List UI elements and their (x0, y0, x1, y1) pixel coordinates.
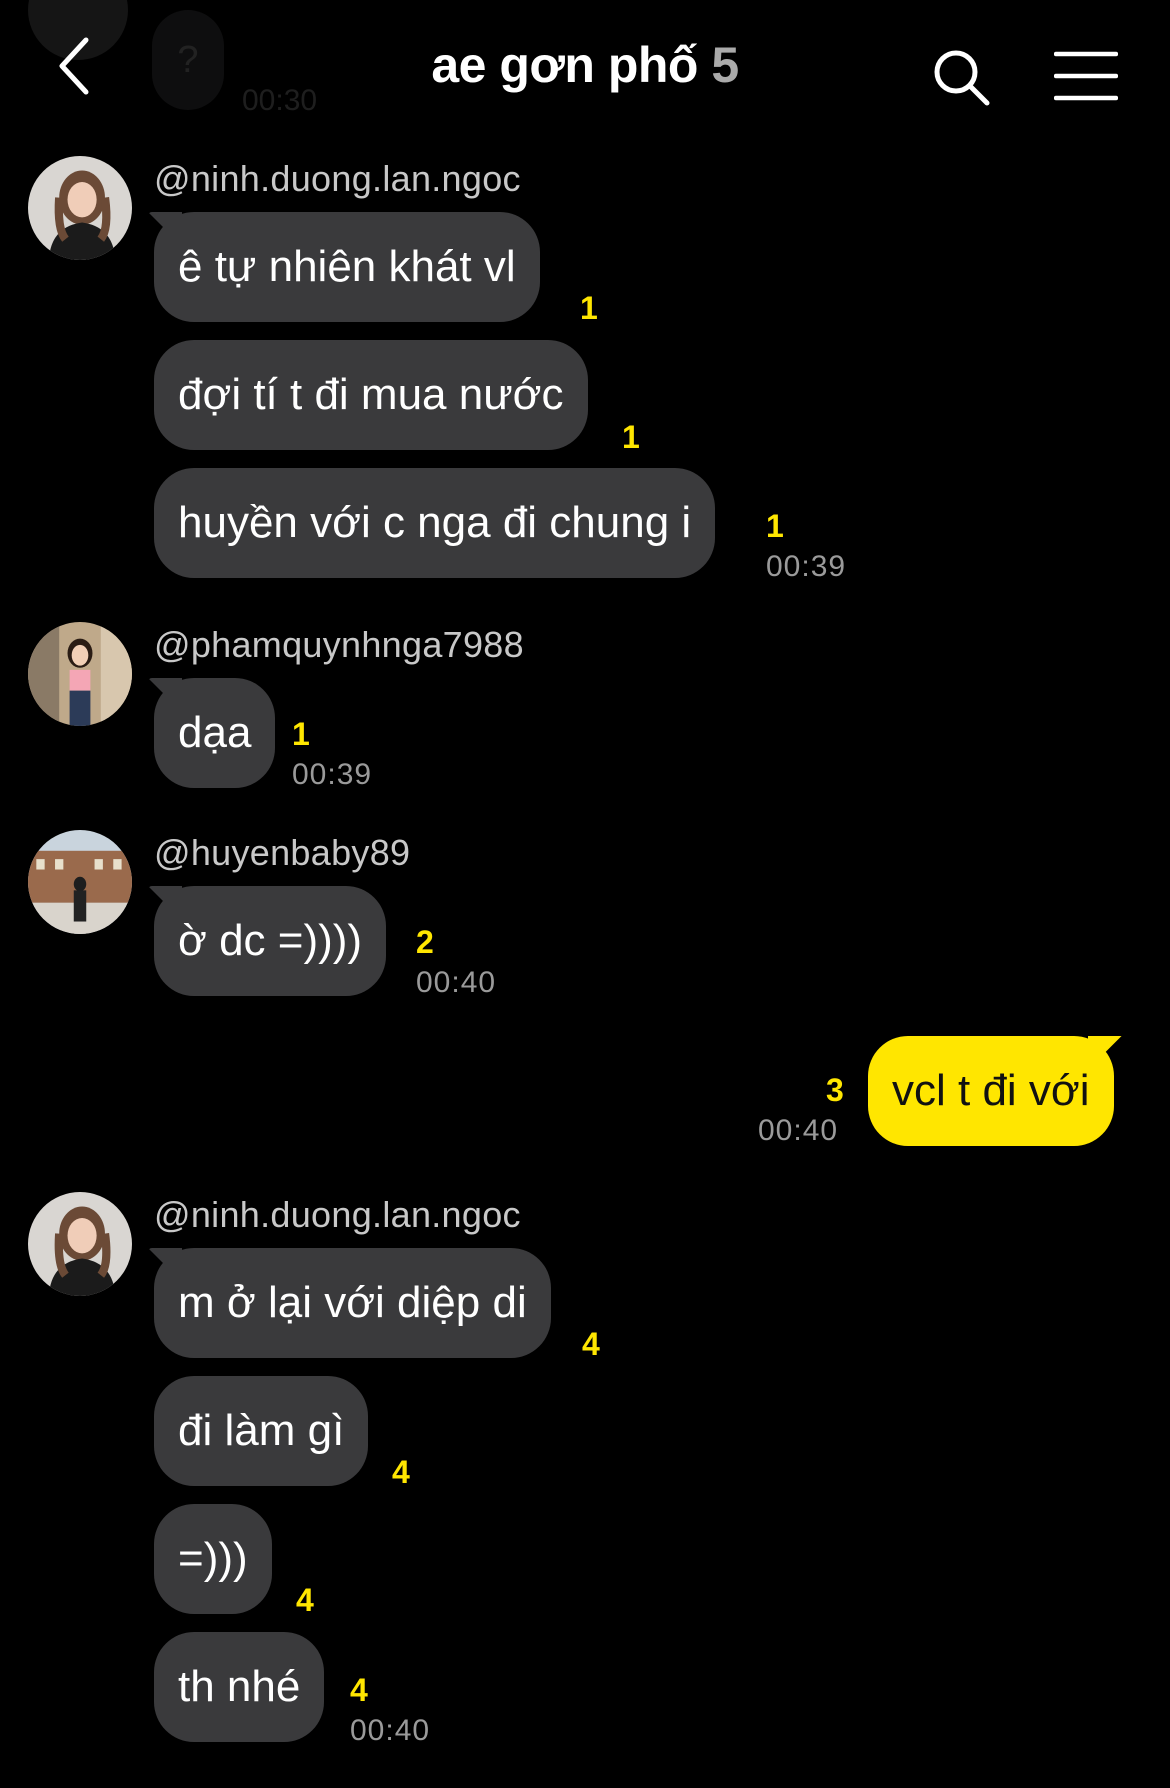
my-message-bubble[interactable]: vcl t đi với (868, 1036, 1114, 1146)
profile-photo (28, 622, 132, 726)
unread-count: 1 (622, 419, 640, 455)
unread-count: 1 (580, 290, 598, 326)
unread-count: 1 (292, 716, 310, 752)
unread-count: 4 (582, 1326, 600, 1362)
chat-title: ae gơn phố 5 (0, 36, 1170, 94)
search-icon (934, 50, 990, 106)
search-button[interactable] (932, 48, 992, 108)
unread-count: 1 (766, 508, 784, 544)
unread-count: 2 (416, 924, 434, 960)
message-bubble[interactable]: =))) (154, 1504, 272, 1614)
avatar[interactable] (28, 156, 132, 260)
message-bubble[interactable]: th nhé (154, 1632, 325, 1742)
chat-header: ae gơn phố 5 (0, 0, 1170, 140)
member-count: 5 (711, 37, 739, 93)
message-time: 00:40 (350, 1714, 431, 1747)
message-username: @huyenbaby89 (154, 832, 411, 873)
message-time: 00:39 (766, 550, 847, 583)
avatar[interactable] (28, 830, 132, 934)
message-time: 00:40 (758, 1114, 839, 1147)
message-bubble[interactable]: huyền với c nga đi chung i (154, 468, 716, 578)
hamburger-menu-icon (1053, 51, 1119, 101)
profile-photo (28, 1192, 132, 1296)
unread-count: 4 (392, 1454, 410, 1490)
avatar[interactable] (28, 622, 132, 726)
message-time: 00:39 (292, 758, 373, 791)
message-username: @ninh.duong.lan.ngoc (154, 158, 521, 199)
message-time: 00:40 (416, 966, 497, 999)
message-username: @phamquynhnga7988 (154, 624, 524, 665)
unread-count: 4 (350, 1672, 368, 1708)
message-bubble[interactable]: đợi tí t đi mua nước (154, 340, 588, 450)
unread-count: 4 (296, 1582, 314, 1618)
chat-name: ae gơn phố (431, 37, 698, 93)
message-bubble[interactable]: ê tự nhiên khát vl (154, 212, 540, 322)
profile-photo (28, 830, 132, 934)
menu-button[interactable] (1053, 50, 1119, 102)
message-bubble[interactable]: dạa (154, 678, 276, 788)
profile-photo (28, 156, 132, 260)
message-bubble[interactable]: đi làm gì (154, 1376, 369, 1486)
message-bubble[interactable]: m ở lại với diệp di (154, 1248, 551, 1358)
unread-count: 3 (826, 1072, 844, 1108)
message-username: @ninh.duong.lan.ngoc (154, 1194, 521, 1235)
message-bubble[interactable]: ờ dc =)))) (154, 886, 387, 996)
avatar[interactable] (28, 1192, 132, 1296)
